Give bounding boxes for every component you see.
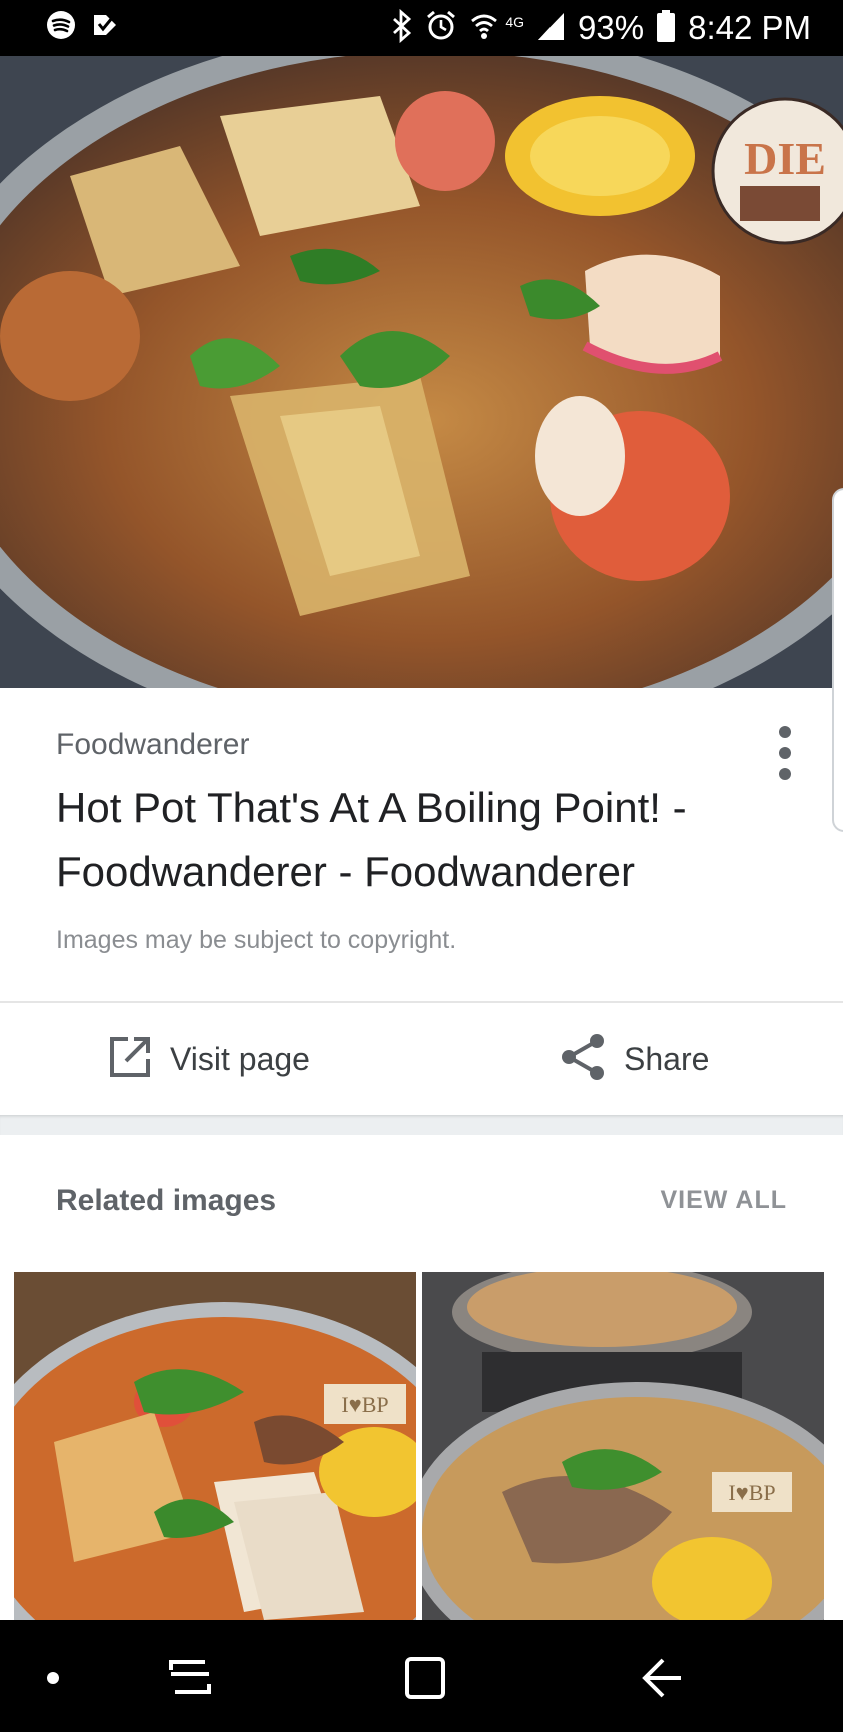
related-image-1[interactable]: I♥BP: [14, 1272, 416, 1620]
tasker-check-icon: [90, 10, 120, 45]
recent-apps-icon[interactable]: [165, 1652, 215, 1702]
share-icon: [560, 1033, 606, 1086]
spotify-icon: [46, 10, 76, 45]
section-separator: [0, 1115, 843, 1135]
side-panel-handle[interactable]: [832, 488, 843, 832]
status-bar: 4G 93% 8:42 PM: [0, 0, 843, 56]
more-vert-icon: [779, 726, 791, 738]
navigation-bar: [0, 1620, 843, 1732]
share-label: Share: [624, 1040, 710, 1077]
hot-pot-photo: DIE: [0, 56, 843, 688]
action-row: Visit page Share: [0, 1003, 843, 1115]
back-icon[interactable]: [637, 1652, 687, 1702]
battery-icon: [656, 9, 676, 48]
view-all-link[interactable]: VIEW ALL: [660, 1186, 787, 1215]
source-name[interactable]: Foodwanderer: [56, 728, 249, 762]
dot-icon[interactable]: [40, 1652, 90, 1702]
network-type-label: 4G: [505, 14, 525, 30]
more-vert-icon-dot: [779, 747, 791, 759]
result-info-card: Foodwanderer Hot Pot That's At A Boiling…: [0, 688, 843, 1002]
result-image[interactable]: DIE: [0, 56, 843, 688]
more-vert-icon-dot: [779, 768, 791, 780]
related-image-2[interactable]: I♥BP: [422, 1272, 824, 1620]
hot-pot-thumbnail: I♥BP: [422, 1272, 824, 1620]
clock: 8:42 PM: [688, 9, 811, 46]
more-options-button[interactable]: [770, 722, 800, 792]
thumb-badge-text: I♥BP: [341, 1392, 388, 1417]
battery-percent: 93%: [578, 9, 645, 46]
bluetooth-icon: [391, 8, 413, 48]
result-title[interactable]: Hot Pot That's At A Boiling Point! - Foo…: [56, 776, 756, 904]
hot-pot-thumbnail: I♥BP: [14, 1272, 416, 1620]
copyright-notice: Images may be subject to copyright.: [56, 926, 457, 954]
visit-page-button[interactable]: Visit page: [108, 1033, 310, 1085]
thumb-badge-text: I♥BP: [728, 1480, 775, 1505]
home-icon[interactable]: [400, 1652, 450, 1702]
alarm-icon: [425, 9, 457, 48]
visit-page-label: Visit page: [170, 1040, 310, 1077]
badge-text: DIE: [744, 133, 826, 184]
wifi-icon: [469, 9, 499, 48]
share-button[interactable]: Share: [560, 1033, 709, 1085]
open-in-new-icon: [108, 1035, 152, 1084]
related-images-heading: Related images: [56, 1184, 277, 1217]
signal-icon: [536, 10, 566, 47]
